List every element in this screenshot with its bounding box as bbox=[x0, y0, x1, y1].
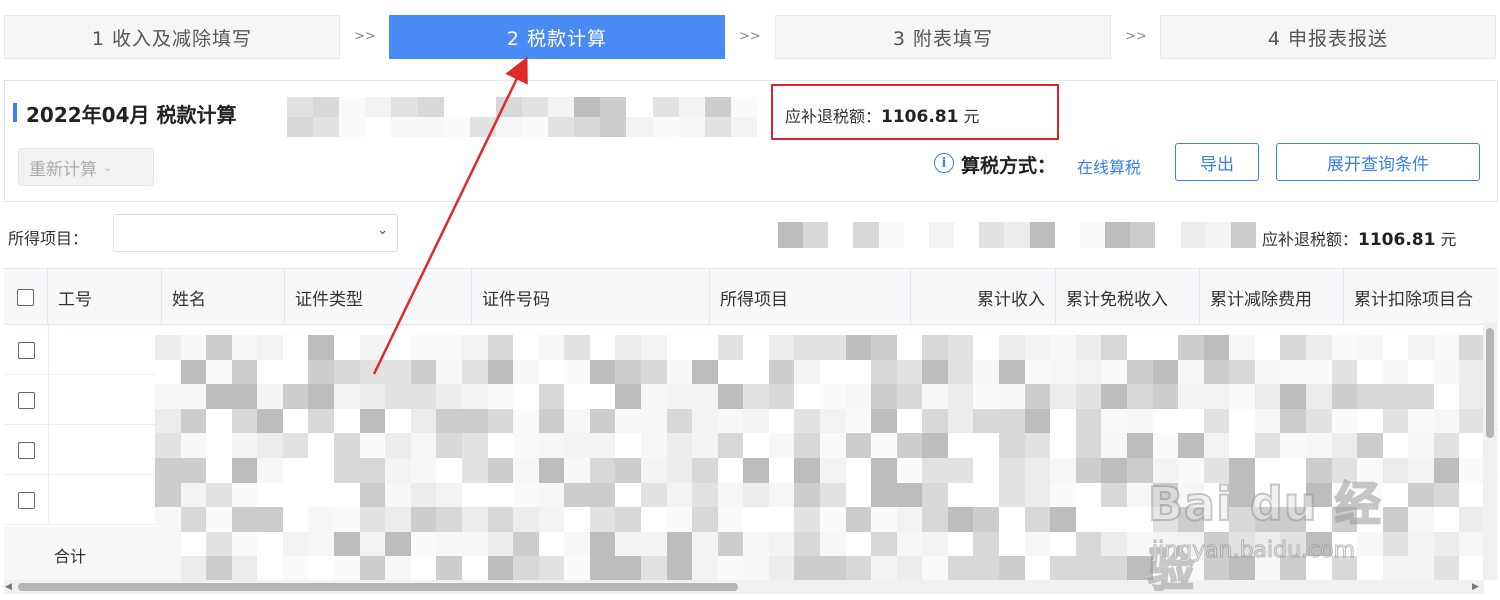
watermark-brand: Bai du 经验 bbox=[1147, 476, 1382, 598]
tax-calculation-page: 1 收入及减除填写 >> 2 税款计算 >> 3 附表填写 >> 4 申报表报送… bbox=[0, 0, 1500, 600]
watermark-url: jingyan.baidu.com bbox=[1151, 538, 1356, 564]
baidu-watermark: Bai du 经验 jingyan.baidu.com bbox=[1147, 448, 1428, 598]
